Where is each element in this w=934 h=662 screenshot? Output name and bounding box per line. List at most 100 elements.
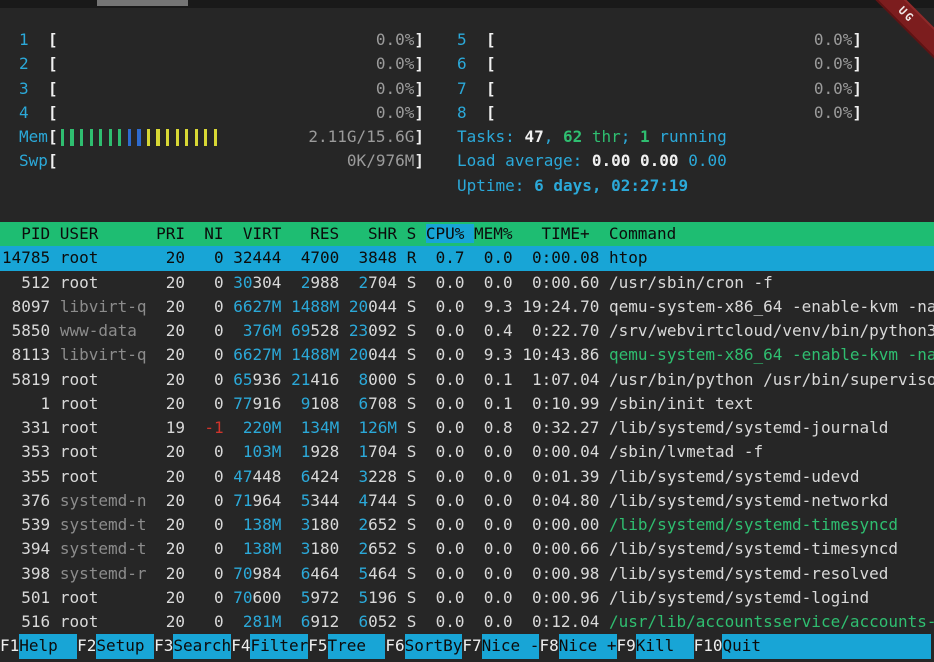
cell-user: root (60, 370, 147, 389)
cpu-4-meter-body: 0.0% (58, 101, 415, 125)
process-row-8097[interactable]: 8097 libvirt-q 20 0 6627M 1488M 20044 S … (0, 295, 934, 319)
process-row-14785[interactable]: 14785 root 20 0 32444 4700 3848 R 0.7 0.… (0, 246, 934, 270)
gap (50, 491, 60, 510)
column-header-shr[interactable]: SHR (349, 224, 407, 243)
cell-pri: 20 (156, 491, 185, 510)
column-header-cpu[interactable]: CPU% (426, 224, 474, 243)
cpu-4-meter-label: 4 (19, 101, 48, 125)
gap (185, 370, 195, 389)
f1-key-number: F1 (0, 634, 19, 659)
gap (465, 564, 475, 583)
gap (339, 588, 349, 607)
process-row-394[interactable]: 394 systemd-t 20 0 138M 3180 2652 S 0.0 … (0, 537, 934, 561)
gap (50, 588, 60, 607)
cpu-8-meter-value: 0.0% (814, 101, 853, 125)
column-header-pid[interactable]: PID (2, 224, 60, 243)
column-header-state[interactable]: S (407, 224, 426, 243)
column-header-res[interactable]: RES (291, 224, 349, 243)
gap (185, 345, 195, 364)
cell-user: systemd-n (60, 491, 147, 510)
gap (224, 539, 234, 558)
process-row-8113[interactable]: 8113 libvirt-q 20 0 6627M 1488M 20044 S … (0, 343, 934, 367)
meter-bar (137, 129, 140, 146)
cell-shr: 708 (368, 394, 397, 413)
fn-key-f8[interactable]: F8Nice + (539, 634, 616, 659)
cell-res-hl: 3 (291, 515, 310, 534)
meter-bar (90, 129, 93, 146)
gap (147, 588, 157, 607)
column-header-time[interactable]: TIME+ (522, 224, 599, 243)
process-row-398[interactable]: 398 systemd-r 20 0 70984 6464 5464 S 0.0… (0, 562, 934, 586)
column-header-ni[interactable]: NI (195, 224, 234, 243)
fn-key-f9[interactable]: F9Kill (617, 634, 694, 659)
cell-pid: 5850 (2, 321, 50, 340)
fn-key-f4[interactable]: F4Filter (231, 634, 308, 659)
cell-mem: 0.8 (474, 418, 513, 437)
cpu-5-meter-body: 0.0% (496, 28, 853, 52)
cell-res: 424 (310, 467, 339, 486)
process-row-516[interactable]: 516 root 20 0 281M 6912 6052 S 0.0 0.0 0… (0, 610, 934, 634)
cell-command: /usr/bin/python /usr/bin/superviso (609, 370, 934, 389)
cell-pri: 19 (156, 418, 185, 437)
fn-key-f1[interactable]: F1Help (0, 634, 77, 659)
gap (599, 321, 609, 340)
meter-bar (99, 129, 102, 146)
cpu-1-meter-value: 0.0% (376, 28, 415, 52)
cell-time: 0:00.96 (522, 588, 599, 607)
meter-open-bracket: [ (48, 52, 58, 76)
process-row-1[interactable]: 1 root 20 0 77916 9108 6708 S 0.0 0.1 0:… (0, 392, 934, 416)
fn-key-f7[interactable]: F7Nice - (462, 634, 539, 659)
gap (339, 418, 349, 437)
process-row-501[interactable]: 501 root 20 0 70600 5972 5196 S 0.0 0.0 … (0, 586, 934, 610)
gap (147, 297, 157, 316)
cell-shr-hl: 20 (349, 297, 368, 316)
meter-bar (128, 129, 131, 146)
load-average-segment: Load average: (457, 151, 592, 170)
cell-cpu: 0.0 (426, 442, 465, 461)
gap (224, 588, 234, 607)
process-row-355[interactable]: 355 root 20 0 47448 6424 3228 S 0.0 0.0 … (0, 465, 934, 489)
gap (465, 394, 475, 413)
cell-pid: 376 (2, 491, 50, 510)
f2-key-number: F2 (77, 634, 96, 659)
fn-key-f5[interactable]: F5Tree (308, 634, 385, 659)
gap (513, 248, 523, 267)
cell-pid: 398 (2, 564, 50, 583)
cell-shr-hl: 5 (349, 588, 368, 607)
process-row-512[interactable]: 512 root 20 0 30304 2988 2704 S 0.0 0.0 … (0, 271, 934, 295)
f2-key-label: Setup (96, 634, 154, 659)
cell-mem: 0.0 (474, 539, 513, 558)
fn-key-f3[interactable]: F3Search (154, 634, 231, 659)
gap (416, 491, 426, 510)
cell-virt: 304 (253, 273, 282, 292)
cell-pid: 331 (2, 418, 50, 437)
column-header-user[interactable]: USER (60, 224, 156, 243)
process-row-353[interactable]: 353 root 20 0 103M 1928 1704 S 0.0 0.0 0… (0, 440, 934, 464)
gap (224, 442, 234, 461)
fn-key-f2[interactable]: F2Setup (77, 634, 154, 659)
fn-key-f10[interactable]: F10Quit (694, 634, 931, 659)
meter-bar (118, 129, 121, 146)
process-row-5819[interactable]: 5819 root 20 0 65936 21416 8000 S 0.0 0.… (0, 368, 934, 392)
fn-key-f6[interactable]: F6SortBy (385, 634, 462, 659)
column-header-pri[interactable]: PRI (156, 224, 195, 243)
gap (599, 297, 609, 316)
cell-pri: 20 (156, 515, 185, 534)
process-row-376[interactable]: 376 systemd-n 20 0 71964 5344 4744 S 0.0… (0, 489, 934, 513)
cell-res-hl: 69 (291, 321, 310, 340)
cell-pri: 20 (156, 539, 185, 558)
process-row-331[interactable]: 331 root 19 -1 220M 134M 126M S 0.0 0.8 … (0, 416, 934, 440)
cell-time: 0:00.00 (522, 515, 599, 534)
column-header-virt[interactable]: VIRT (233, 224, 291, 243)
process-row-5850[interactable]: 5850 www-data 20 0 376M 69528 23092 S 0.… (0, 319, 934, 343)
process-row-539[interactable]: 539 systemd-t 20 0 138M 3180 2652 S 0.0 … (0, 513, 934, 537)
gap (147, 370, 157, 389)
column-header-command[interactable]: Command (599, 224, 676, 243)
cell-cpu: 0.0 (426, 297, 465, 316)
column-header-mem[interactable]: MEM% (474, 224, 522, 243)
cell-res-hl: 5 (291, 491, 310, 510)
gap (465, 345, 475, 364)
cpu-3-meter-body: 0.0% (58, 77, 415, 101)
gap (599, 418, 609, 437)
tasks-summary: Tasks: 47, 62 thr; 1 running (457, 125, 934, 149)
